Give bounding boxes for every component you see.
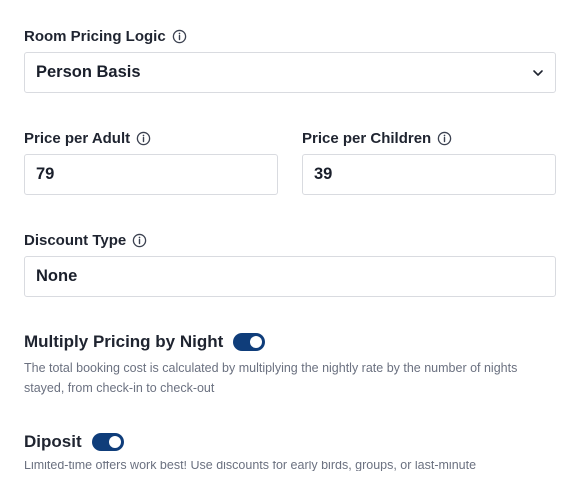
discount-label: Discount Type xyxy=(24,231,127,249)
multiply-night-label: Multiply Pricing by Night xyxy=(24,332,224,351)
discount-select[interactable]: None xyxy=(24,256,556,297)
price-children-value: 39 xyxy=(314,165,333,183)
info-icon[interactable] xyxy=(132,233,147,248)
toggle-knob xyxy=(250,336,263,348)
room-pricing-label-group: Room Pricing Logic xyxy=(24,26,187,46)
price-adult-label-group: Price per Adult xyxy=(24,128,151,148)
price-adult-label: Price per Adult xyxy=(24,129,131,147)
multiply-night-description: The total booking cost is calculated by … xyxy=(24,361,518,395)
toggle-knob xyxy=(108,436,121,448)
multiply-night-row: Multiply Pricing by Night xyxy=(24,332,266,352)
deposit-label: Diposit xyxy=(24,432,82,451)
price-adult-input[interactable]: 79 xyxy=(24,154,278,195)
chevron-down-icon xyxy=(532,67,544,79)
info-icon[interactable] xyxy=(437,131,452,146)
room-pricing-label: Room Pricing Logic xyxy=(24,27,166,45)
price-children-input[interactable]: 39 xyxy=(302,154,556,195)
deposit-row: Diposit xyxy=(24,432,124,452)
multiply-night-toggle[interactable] xyxy=(233,333,266,351)
discount-label-group: Discount Type xyxy=(24,230,147,250)
price-children-label-group: Price per Children xyxy=(302,128,452,148)
price-children-label: Price per Children xyxy=(302,129,432,147)
info-icon[interactable] xyxy=(172,29,187,44)
room-pricing-select[interactable]: Person Basis xyxy=(24,52,556,93)
room-pricing-value: Person Basis xyxy=(36,63,141,81)
deposit-description: Limited-time offers work best! Use disco… xyxy=(24,461,477,471)
discount-value: None xyxy=(36,267,78,285)
deposit-description-wrap: Limited-time offers work best! Use disco… xyxy=(24,461,556,471)
info-icon[interactable] xyxy=(136,131,151,146)
price-adult-value: 79 xyxy=(36,165,55,183)
deposit-toggle[interactable] xyxy=(91,433,124,451)
